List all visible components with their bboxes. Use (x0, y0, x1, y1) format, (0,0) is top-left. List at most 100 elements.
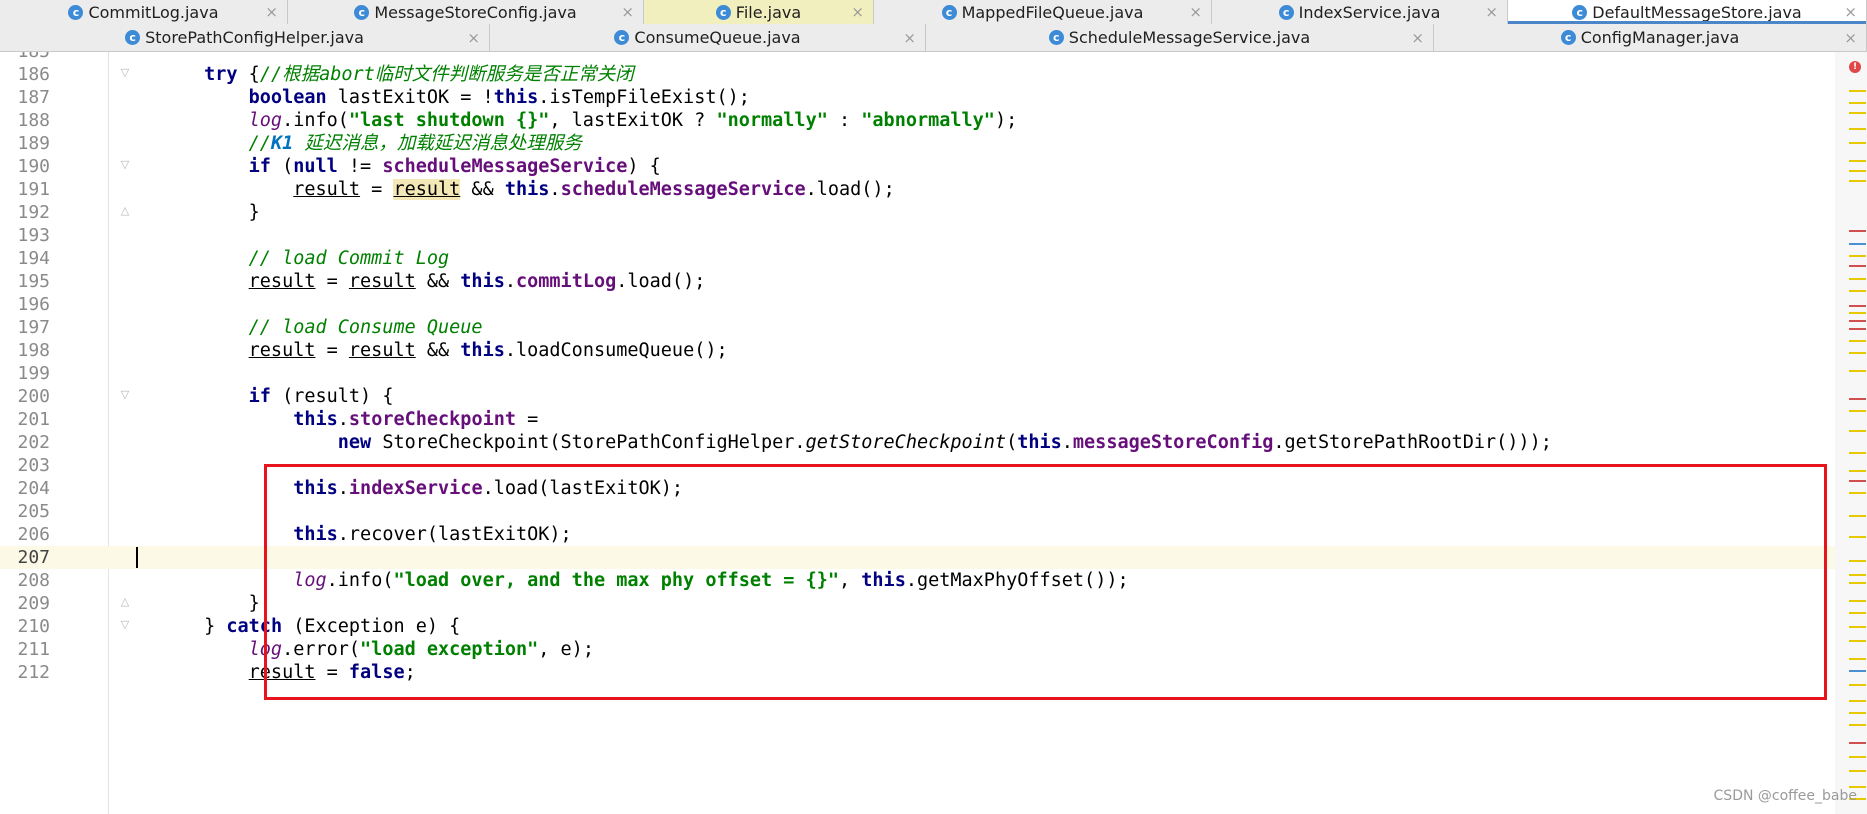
error-stripe-marker[interactable] (1849, 265, 1866, 267)
error-stripe-marker[interactable] (1849, 684, 1866, 686)
code-line[interactable]: 208 log.info("load over, and the max phy… (0, 569, 1835, 592)
error-stripe-marker[interactable] (1849, 170, 1866, 172)
close-icon[interactable]: × (1189, 3, 1202, 21)
error-stripe-marker[interactable] (1849, 398, 1866, 400)
error-stripe-marker[interactable] (1849, 574, 1866, 576)
code-line[interactable]: 188 log.info("last shutdown {}", lastExi… (0, 109, 1835, 132)
error-stripe-marker[interactable] (1849, 370, 1866, 372)
current-code-line[interactable]: 207 (0, 546, 1835, 569)
code-line[interactable]: 189 //K1 延迟消息，加载延迟消息处理服务 (0, 132, 1835, 155)
close-icon[interactable]: × (1485, 3, 1498, 21)
error-stripe-marker[interactable] (1849, 480, 1866, 482)
tab-commitlog[interactable]: c CommitLog.java × (0, 0, 288, 24)
tab-mappedfilequeue[interactable]: c MappedFileQueue.java × (874, 0, 1212, 24)
error-stripe-marker[interactable] (1849, 515, 1866, 517)
error-stripe-marker[interactable] (1849, 160, 1866, 162)
error-stripe-marker[interactable] (1849, 410, 1866, 412)
error-stripe-marker[interactable] (1849, 102, 1866, 104)
close-icon[interactable]: × (1844, 29, 1857, 47)
line-number: 196 (17, 294, 50, 315)
close-icon[interactable]: × (1844, 3, 1857, 21)
close-icon[interactable]: × (851, 3, 864, 21)
error-stripe-marker[interactable] (1849, 305, 1866, 307)
code-line[interactable]: 212 result = false; (0, 661, 1835, 684)
code-text: log.info("load over, and the max phy off… (293, 570, 1129, 591)
code-line[interactable]: 202 new StoreCheckpoint(StorePathConfigH… (0, 431, 1835, 454)
tab-defaultmessagestore[interactable]: c DefaultMessageStore.java × (1508, 0, 1867, 24)
code-line[interactable]: 193 (0, 224, 1835, 247)
error-stripe-marker[interactable] (1849, 255, 1866, 257)
error-stripe-marker[interactable] (1849, 640, 1866, 642)
error-stripe-marker[interactable] (1849, 90, 1866, 92)
error-stripe-marker[interactable] (1849, 700, 1866, 702)
close-icon[interactable]: × (265, 3, 278, 21)
error-stripe-marker[interactable] (1849, 724, 1866, 726)
code-line[interactable]: 195 result = result && this.commitLog.lo… (0, 270, 1835, 293)
error-stripe-marker[interactable] (1849, 612, 1866, 614)
code-line[interactable]: 187 boolean lastExitOK = !this.isTempFil… (0, 86, 1835, 109)
code-line[interactable]: 199 (0, 362, 1835, 385)
error-stripe-marker[interactable] (1849, 470, 1866, 472)
code-line[interactable]: 200 ▽ if (result) { (0, 385, 1835, 408)
code-line[interactable]: 185 (0, 52, 1835, 63)
error-stripe-marker[interactable] (1849, 536, 1866, 538)
error-stripe-marker[interactable] (1849, 352, 1866, 354)
error-stripe-marker[interactable] (1849, 626, 1866, 628)
error-stripe-marker[interactable] (1849, 243, 1866, 245)
code-line[interactable]: 190 ▽ if (null != scheduleMessageService… (0, 155, 1835, 178)
error-stripe-marker[interactable] (1849, 180, 1866, 182)
error-stripe-marker[interactable] (1849, 452, 1866, 454)
error-stripe-marker[interactable] (1849, 770, 1866, 772)
error-indicator-icon[interactable]: ! (1849, 61, 1861, 73)
close-icon[interactable]: × (467, 29, 480, 47)
code-line[interactable]: 192 △ } (0, 201, 1835, 224)
code-line[interactable]: 198 result = result && this.loadConsumeQ… (0, 339, 1835, 362)
error-stripe-marker[interactable] (1849, 320, 1866, 322)
close-icon[interactable]: × (1411, 29, 1424, 47)
code-line[interactable]: 211 log.error("load exception", e); (0, 638, 1835, 661)
code-line[interactable]: 203 (0, 454, 1835, 477)
code-line[interactable]: 206 this.recover(lastExitOK); (0, 523, 1835, 546)
code-line[interactable]: 205 (0, 500, 1835, 523)
error-stripe-marker[interactable] (1849, 712, 1866, 714)
error-stripe-marker[interactable] (1849, 670, 1866, 672)
tab-indexservice[interactable]: c IndexService.java × (1212, 0, 1508, 24)
code-line[interactable]: 210 ▽ } catch (Exception e) { (0, 615, 1835, 638)
error-stripe-marker[interactable] (1849, 290, 1866, 292)
error-stripe-marker[interactable] (1849, 142, 1866, 144)
tab-storepathconfighelper[interactable]: c StorePathConfigHelper.java × (0, 24, 490, 51)
error-stripe-marker[interactable] (1849, 600, 1866, 602)
code-line[interactable]: 194 // load Commit Log (0, 247, 1835, 270)
error-stripe-marker[interactable] (1849, 278, 1866, 280)
error-stripe-marker[interactable] (1849, 112, 1866, 114)
error-stripe-marker[interactable] (1849, 492, 1866, 494)
line-number: 186 (17, 64, 50, 85)
code-editor[interactable]: 185 186 ▽ try {//根据abort临时文件判断服务是否正常关闭 1… (0, 52, 1835, 814)
tab-messagestoreconfig[interactable]: c MessageStoreConfig.java × (288, 0, 644, 24)
tab-configmanager[interactable]: c ConfigManager.java × (1434, 24, 1867, 51)
error-stripe-marker[interactable] (1849, 312, 1866, 314)
code-line[interactable]: 201 this.storeCheckpoint = (0, 408, 1835, 431)
error-stripe-marker[interactable] (1849, 128, 1866, 130)
error-stripe-marker[interactable] (1849, 328, 1866, 330)
error-stripe-marker[interactable] (1849, 560, 1866, 562)
error-stripe-marker[interactable] (1849, 742, 1866, 744)
error-stripe-marker[interactable] (1849, 756, 1866, 758)
code-text: } catch (Exception e) { (204, 616, 461, 637)
code-line[interactable]: 191 result = result && this.scheduleMess… (0, 178, 1835, 201)
code-line[interactable]: 204 this.indexService.load(lastExitOK); (0, 477, 1835, 500)
error-stripe-marker[interactable] (1849, 230, 1866, 232)
tab-file[interactable]: c File.java × (644, 0, 874, 24)
code-line[interactable]: 186 ▽ try {//根据abort临时文件判断服务是否正常关闭 (0, 63, 1835, 86)
close-icon[interactable]: × (621, 3, 634, 21)
tab-schedulemessageservice[interactable]: c ScheduleMessageService.java × (926, 24, 1434, 51)
code-line[interactable]: 196 (0, 293, 1835, 316)
error-stripe-marker[interactable] (1849, 658, 1866, 660)
error-stripe-marker[interactable] (1849, 430, 1866, 432)
tab-consumequeue[interactable]: c ConsumeQueue.java × (490, 24, 926, 51)
code-line[interactable]: 197 // load Consume Queue (0, 316, 1835, 339)
error-stripe-marker[interactable] (1849, 582, 1866, 584)
code-line[interactable]: 209 △ } (0, 592, 1835, 615)
error-stripe-marker[interactable] (1849, 340, 1866, 342)
close-icon[interactable]: × (903, 29, 916, 47)
